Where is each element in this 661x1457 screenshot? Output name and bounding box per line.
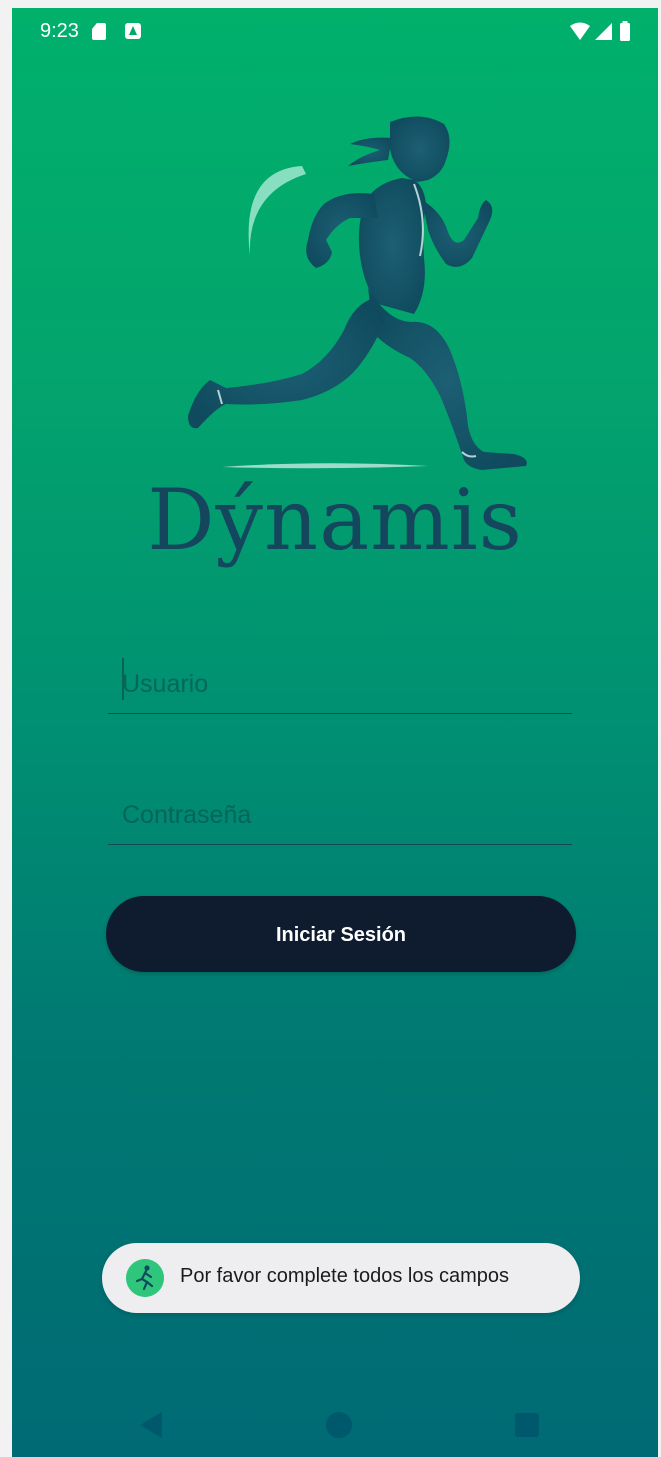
text-cursor: [122, 658, 124, 700]
battery-icon: [620, 23, 630, 41]
brand-title: Dýnamis: [147, 471, 523, 569]
toast-text: Por favor complete todos los campos: [180, 1265, 510, 1287]
password-field-container: [108, 784, 572, 845]
status-time: 9:23: [40, 20, 79, 42]
password-input[interactable]: [120, 792, 564, 838]
back-icon[interactable]: [140, 1412, 162, 1438]
username-field-container: [108, 653, 572, 714]
login-button[interactable]: Iniciar Sesión: [106, 896, 576, 972]
app-screen: 9:23 Dýnamis Usuario Iniciar Sesión Por …: [12, 8, 658, 1457]
status-bar: 9:23: [12, 8, 658, 56]
system-icons: [570, 21, 630, 41]
runner-silhouette-icon: [188, 116, 527, 470]
sd-card-icon: [92, 23, 106, 40]
navigation-bar: [12, 1388, 658, 1457]
signal-icon: [595, 23, 612, 40]
wifi-icon: [570, 22, 590, 40]
recents-icon[interactable]: [515, 1413, 539, 1437]
toast-message: Por favor complete todos los campos: [102, 1243, 580, 1313]
home-icon[interactable]: [326, 1412, 352, 1438]
device-frame: 9:23 Dýnamis Usuario Iniciar Sesión Por …: [0, 0, 661, 1457]
app-runner-icon: [126, 1259, 164, 1297]
username-input[interactable]: [120, 661, 564, 707]
notification-icon: [125, 23, 141, 39]
